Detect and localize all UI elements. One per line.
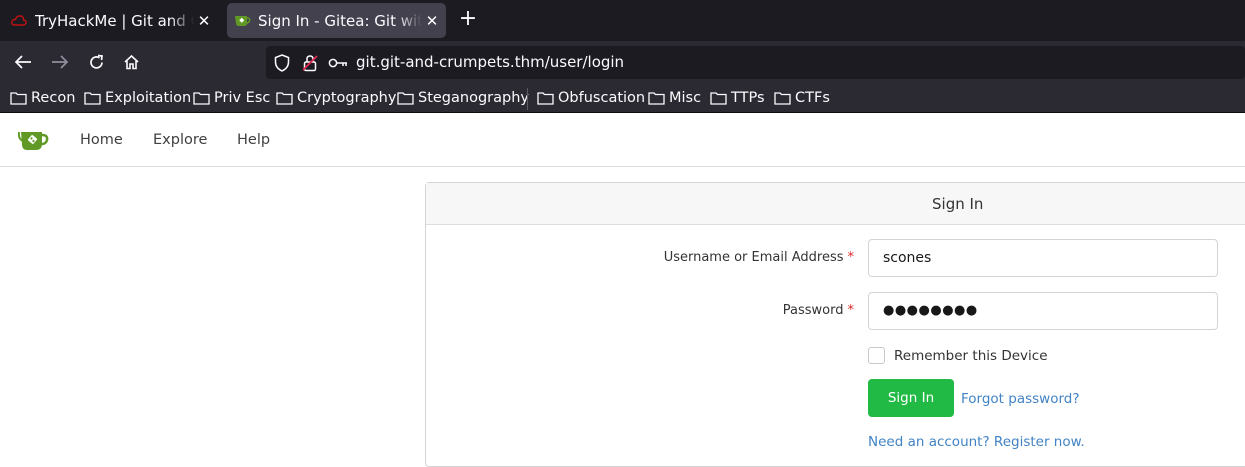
bookmark-label: Recon — [31, 90, 76, 106]
remember-device-label[interactable]: Remember this Device — [894, 348, 1048, 364]
register-link[interactable]: Need an account? Register now. — [868, 434, 1085, 450]
bookmark-label: Steganography — [418, 90, 529, 106]
tab-title: Sign In - Gitea: Git with a cup of tea — [258, 11, 422, 30]
reload-icon[interactable] — [85, 51, 107, 73]
tab-gitea-signin[interactable]: Sign In - Gitea: Git with a cup of tea ✕ — [227, 3, 446, 38]
bookmark-cryptography[interactable]: Cryptography — [276, 88, 396, 108]
password-input[interactable]: ●●●●●●●● — [868, 292, 1218, 330]
folder-icon — [84, 92, 101, 105]
username-label: Username or Email Address * — [663, 250, 855, 265]
bookmark-misc[interactable]: Misc — [648, 88, 701, 108]
password-label: Password * — [782, 303, 855, 318]
tab-title: TryHackMe | Git and Crumpets — [35, 11, 194, 30]
insecure-lock-icon[interactable] — [300, 53, 320, 73]
folder-icon — [537, 92, 554, 105]
home-icon[interactable] — [120, 51, 142, 73]
gitea-logo-icon[interactable] — [17, 126, 50, 154]
bookmark-label: Exploitation — [105, 90, 192, 106]
folder-icon — [397, 92, 414, 105]
bookmark-steganography[interactable]: Steganography — [397, 88, 529, 108]
bookmark-label: Misc — [669, 90, 702, 106]
bookmark-priv-esc[interactable]: Priv Esc — [193, 88, 270, 108]
nav-home-link[interactable]: Home — [80, 132, 123, 148]
address-bar[interactable]: git.git-and-crumpets.thm/user/login — [266, 46, 1245, 79]
required-marker: * — [847, 303, 855, 318]
folder-icon — [648, 92, 665, 105]
bookmark-label: Obfuscation — [558, 90, 646, 106]
forgot-password-link[interactable]: Forgot password? — [961, 391, 1080, 407]
bookmark-exploitation[interactable]: Exploitation — [84, 88, 191, 108]
required-marker: * — [847, 250, 855, 265]
bookmark-ttps[interactable]: TTPs — [710, 88, 765, 108]
folder-icon — [276, 92, 293, 105]
tryhackme-cloud-icon — [10, 12, 28, 30]
key-icon[interactable] — [328, 53, 348, 73]
browser-tab-bar: TryHackMe | Git and Crumpets ✕ Sign In -… — [0, 0, 1245, 41]
url-text: git.git-and-crumpets.thm/user/login — [356, 53, 625, 71]
username-input[interactable] — [868, 239, 1218, 277]
tab-tryhackme[interactable]: TryHackMe | Git and Crumpets ✕ — [4, 3, 218, 38]
forward-arrow-icon[interactable] — [49, 51, 71, 73]
folder-icon — [10, 92, 27, 105]
folder-icon — [710, 92, 727, 105]
bookmark-recon[interactable]: Recon — [10, 88, 75, 108]
gitea-navbar: Home Explore Help — [0, 114, 1245, 167]
bookmarks-toolbar: Recon Exploitation Priv Esc Cryptography… — [0, 84, 1245, 113]
nav-explore-link[interactable]: Explore — [153, 132, 207, 148]
bookmark-obfuscation[interactable]: Obfuscation — [537, 88, 645, 108]
bookmark-label: CTFs — [795, 90, 830, 106]
bookmark-separator — [527, 88, 528, 110]
nav-help-link[interactable]: Help — [237, 132, 270, 148]
new-tab-button[interactable]: + — [456, 8, 480, 32]
bookmark-label: TTPs — [731, 90, 765, 106]
back-arrow-icon[interactable] — [12, 51, 34, 73]
close-tab-icon[interactable]: ✕ — [194, 12, 214, 30]
folder-icon — [774, 92, 791, 105]
shield-icon[interactable] — [272, 53, 292, 73]
browser-nav-bar: git.git-and-crumpets.thm/user/login — [0, 41, 1245, 84]
signin-submit-button[interactable]: Sign In — [868, 379, 954, 417]
gitea-icon — [233, 12, 251, 30]
signin-header-title: Sign In — [932, 195, 984, 213]
signin-card-header: Sign In — [426, 183, 1245, 225]
close-tab-icon[interactable]: ✕ — [422, 12, 442, 30]
folder-icon — [193, 92, 210, 105]
bookmark-label: Cryptography — [297, 90, 397, 106]
remember-device-checkbox[interactable] — [868, 347, 885, 364]
bookmark-ctfs[interactable]: CTFs — [774, 88, 830, 108]
bookmark-label: Priv Esc — [214, 90, 271, 106]
